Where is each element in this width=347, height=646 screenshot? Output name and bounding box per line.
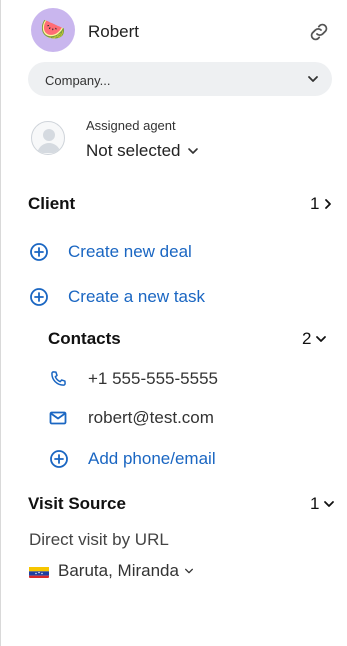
create-deal-button[interactable]: Create new deal	[29, 242, 192, 262]
chevron-down-icon	[316, 336, 327, 342]
contact-avatar[interactable]: 🍉	[31, 8, 75, 52]
create-deal-label: Create new deal	[68, 242, 192, 261]
create-task-button[interactable]: Create a new task	[29, 287, 205, 307]
visit-source-title: Visit Source	[28, 494, 126, 513]
client-section-title: Client	[28, 194, 76, 213]
watermelon-icon: 🍉	[40, 19, 66, 41]
link-icon[interactable]	[307, 20, 331, 44]
client-count: 1	[310, 194, 320, 213]
visit-source-count-toggle[interactable]: 1	[310, 494, 335, 514]
email-address: robert@test.com	[88, 408, 214, 427]
create-task-label: Create a new task	[68, 287, 206, 306]
phone-row[interactable]: +1 555-555-5555	[48, 369, 218, 389]
plus-circle-icon	[30, 243, 48, 261]
phone-icon	[51, 371, 66, 386]
email-row[interactable]: robert@test.com	[48, 408, 214, 428]
contacts-section-title: Contacts	[48, 329, 121, 348]
visit-source-count: 1	[310, 494, 320, 513]
add-phone-email-button[interactable]: Add phone/email	[49, 449, 216, 469]
plus-circle-icon	[50, 450, 68, 468]
company-placeholder: Company...	[45, 73, 111, 88]
mail-icon	[49, 411, 67, 425]
assigned-agent-value: Not selected	[86, 141, 181, 160]
add-phone-email-label: Add phone/email	[88, 449, 216, 468]
chevron-down-icon	[187, 148, 198, 154]
chevron-right-icon	[325, 199, 332, 209]
plus-circle-icon	[30, 288, 48, 306]
contacts-count: 2	[302, 329, 312, 348]
contact-sidebar: 🍉 Robert Company... Assigned agent Not s…	[0, 0, 347, 646]
chevron-down-icon	[324, 501, 335, 507]
contacts-count-toggle[interactable]: 2	[302, 329, 327, 349]
visit-source-description: Direct visit by URL	[29, 530, 169, 549]
assigned-agent-select[interactable]: Not selected	[86, 141, 199, 161]
location-value: Baruta, Miranda	[58, 561, 179, 580]
client-count-toggle[interactable]: 1	[310, 194, 333, 214]
assigned-agent-label: Assigned agent	[86, 118, 176, 133]
company-select[interactable]: Company...	[28, 62, 332, 96]
contact-name[interactable]: Robert	[88, 22, 139, 42]
chevron-down-icon	[184, 568, 193, 574]
phone-number: +1 555-555-5555	[88, 369, 218, 388]
agent-avatar-icon	[31, 121, 65, 155]
location-select[interactable]: Baruta, Miranda	[29, 561, 194, 581]
venezuela-flag-icon	[29, 565, 49, 578]
chevron-down-icon	[306, 72, 320, 86]
